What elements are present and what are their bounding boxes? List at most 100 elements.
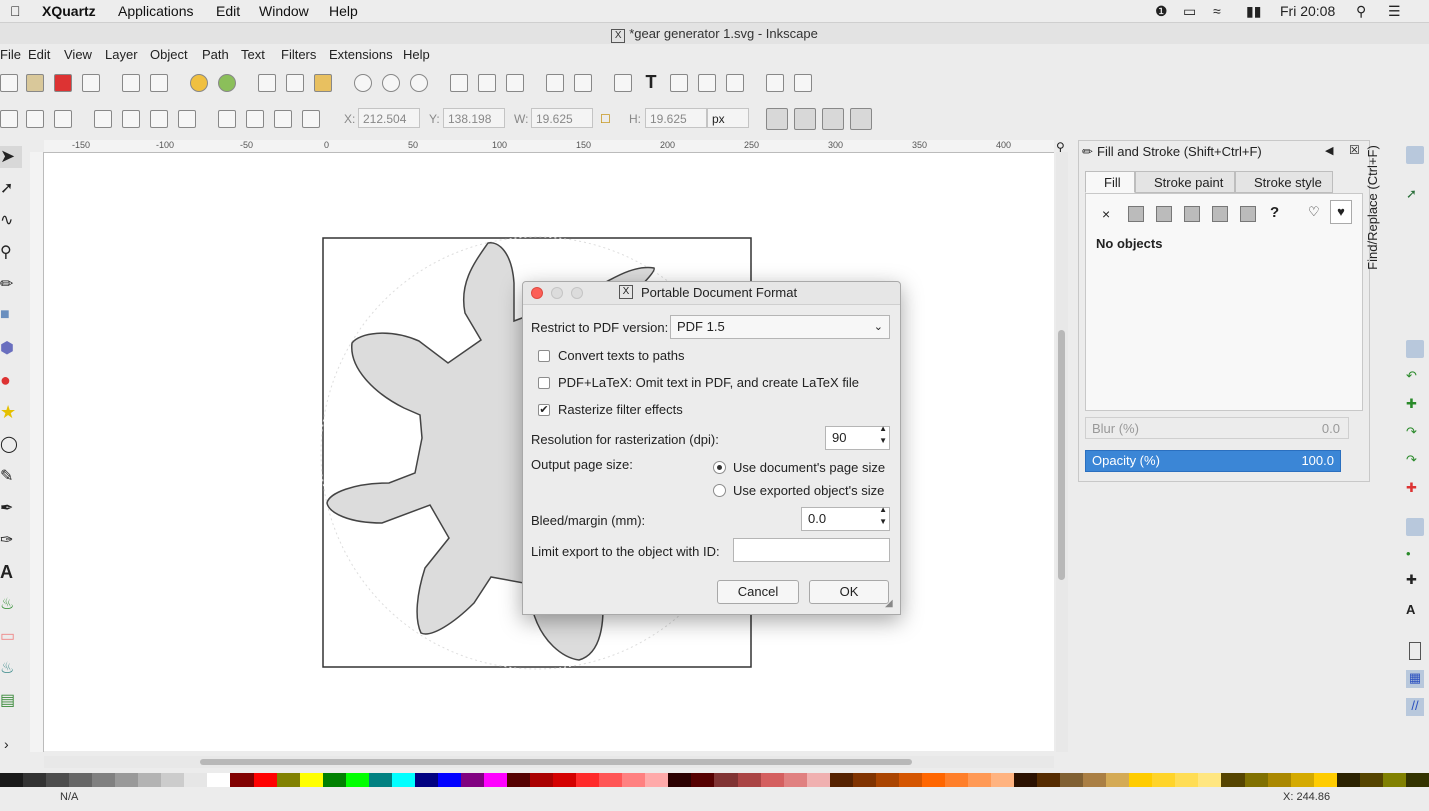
palette-swatch[interactable] <box>1037 773 1061 787</box>
resize-grip-icon[interactable]: ◢ <box>885 598 893 609</box>
palette-swatch[interactable] <box>184 773 208 787</box>
palette-swatch[interactable] <box>760 773 784 787</box>
palette-swatch[interactable] <box>875 773 899 787</box>
ok-button[interactable]: OK <box>809 580 889 604</box>
h-input[interactable]: 19.625 <box>645 108 707 128</box>
palette-swatch[interactable] <box>1290 773 1314 787</box>
palette-swatch[interactable] <box>645 773 669 787</box>
ellipse-tool-icon[interactable]: ● <box>0 370 22 392</box>
snap-midpoints-icon[interactable]: ↷ <box>1406 452 1424 470</box>
palette-swatch[interactable] <box>1014 773 1038 787</box>
palette-swatch[interactable] <box>368 773 392 787</box>
bucket-tool-icon[interactable]: ♨ <box>0 658 22 680</box>
palette-swatch[interactable] <box>115 773 139 787</box>
menu-layer[interactable]: Layer <box>105 47 138 62</box>
redo-icon[interactable] <box>218 74 236 92</box>
palette-swatch[interactable] <box>576 773 600 787</box>
unit-select[interactable]: px <box>707 108 749 128</box>
clone-icon[interactable] <box>478 74 496 92</box>
linear-gradient-icon[interactable] <box>1156 206 1172 222</box>
cut-icon[interactable] <box>286 74 304 92</box>
open-icon[interactable] <box>26 74 44 92</box>
more-tools-chevron-icon[interactable]: › <box>4 736 26 758</box>
fill-rule-evenodd-icon[interactable]: ♡ <box>1308 204 1320 220</box>
raise-icon[interactable] <box>246 110 264 128</box>
copy-icon[interactable] <box>258 74 276 92</box>
palette-swatch[interactable] <box>1313 773 1337 787</box>
dialog-zoom-icon[interactable] <box>571 287 583 299</box>
resolution-spinner-icon[interactable]: ▲ ▼ <box>879 423 887 447</box>
spotlight-search-icon[interactable]: ⚲ <box>1356 3 1366 20</box>
menu-extensions[interactable]: Extensions <box>329 47 393 62</box>
battery-icon[interactable]: ▮▮ <box>1246 3 1261 20</box>
duplicate-icon[interactable] <box>450 74 468 92</box>
palette-swatch[interactable] <box>806 773 830 787</box>
lock-icon[interactable]: ☐ <box>600 112 611 126</box>
palette-swatch[interactable] <box>414 773 438 787</box>
menu-path[interactable]: Path <box>202 47 229 62</box>
resolution-input[interactable]: 90 ▲ ▼ <box>825 423 890 450</box>
menu-file[interactable]: File <box>0 47 21 62</box>
palette-swatch[interactable] <box>1060 773 1084 787</box>
snap-others-icon[interactable] <box>1406 518 1424 536</box>
lower-icon[interactable] <box>274 110 292 128</box>
menu-edit[interactable]: Edit <box>216 3 240 19</box>
move-gradients-icon[interactable] <box>822 108 844 130</box>
menu-edit-ink[interactable]: Edit <box>28 47 50 62</box>
opacity-slider[interactable]: Opacity (%) 100.0 <box>1085 450 1341 472</box>
snap-text-baseline-icon[interactable]: A <box>1406 602 1424 620</box>
3d-box-tool-icon[interactable]: ⬢ <box>0 338 22 360</box>
pattern-icon[interactable] <box>1240 206 1256 222</box>
palette-swatch[interactable] <box>829 773 853 787</box>
print-icon[interactable] <box>82 74 100 92</box>
bleed-input[interactable]: 0.0 ▲ ▼ <box>801 505 890 531</box>
save-icon[interactable] <box>54 74 72 92</box>
calligraphy-tool-icon[interactable]: ✑ <box>0 530 22 552</box>
palette-swatch[interactable] <box>967 773 992 787</box>
palette-swatch[interactable] <box>437 773 461 787</box>
w-input[interactable]: 19.625 <box>531 108 593 128</box>
dialog-minimize-icon[interactable] <box>551 287 563 299</box>
palette-swatch[interactable] <box>1152 773 1176 787</box>
select-all-icon[interactable] <box>0 110 18 128</box>
palette-swatch[interactable] <box>138 773 162 787</box>
palette-swatch[interactable] <box>1221 773 1245 787</box>
text-font-icon[interactable]: T <box>642 73 660 92</box>
fill-rule-nonzero-icon[interactable]: ♥ <box>1330 200 1352 224</box>
flip-vertical-icon[interactable] <box>178 110 196 128</box>
dialog-close-icon[interactable] <box>531 287 543 299</box>
tab-stroke-style[interactable]: Stroke style <box>1235 171 1333 193</box>
palette-swatch[interactable] <box>92 773 116 787</box>
selector-tool-icon[interactable]: ➤ <box>0 146 22 168</box>
snap-rotation-center-icon[interactable]: ✚ <box>1406 572 1424 590</box>
palette-swatch[interactable] <box>230 773 254 787</box>
palette-swatch[interactable] <box>714 773 738 787</box>
horizontal-scroll-thumb[interactable] <box>200 759 912 765</box>
dock-collapse-icon[interactable]: ◀ <box>1325 144 1333 157</box>
node-tool-icon[interactable]: ➚ <box>0 178 22 200</box>
cancel-button[interactable]: Cancel <box>717 580 799 604</box>
palette-swatch[interactable] <box>921 773 945 787</box>
palette-swatch[interactable] <box>944 773 968 787</box>
menu-help[interactable]: Help <box>329 3 358 19</box>
app-menu[interactable]: XQuartz <box>42 3 96 19</box>
palette-swatch[interactable] <box>1359 773 1383 787</box>
snap-nodes-icon[interactable] <box>1406 340 1424 358</box>
scale-stroke-icon[interactable] <box>766 108 788 130</box>
menu-filters[interactable]: Filters <box>281 47 316 62</box>
palette-swatch[interactable] <box>391 773 415 787</box>
new-document-icon[interactable] <box>0 74 18 92</box>
menu-window[interactable]: Window <box>259 3 309 19</box>
menu-text[interactable]: Text <box>241 47 265 62</box>
pen-tool-icon[interactable]: ✒ <box>0 498 22 520</box>
color-palette[interactable] <box>0 773 1429 787</box>
unlink-clone-icon[interactable] <box>506 74 524 92</box>
palette-swatch[interactable] <box>783 773 807 787</box>
dock-close-icon[interactable]: ☒ <box>1349 143 1360 157</box>
document-properties-icon[interactable] <box>766 74 784 92</box>
palette-swatch[interactable] <box>898 773 922 787</box>
xml-editor-pen-icon[interactable] <box>614 74 632 92</box>
clock[interactable]: Fri 20:08 <box>1280 3 1335 19</box>
palette-swatch[interactable] <box>0 773 24 787</box>
palette-swatch[interactable] <box>668 773 692 787</box>
